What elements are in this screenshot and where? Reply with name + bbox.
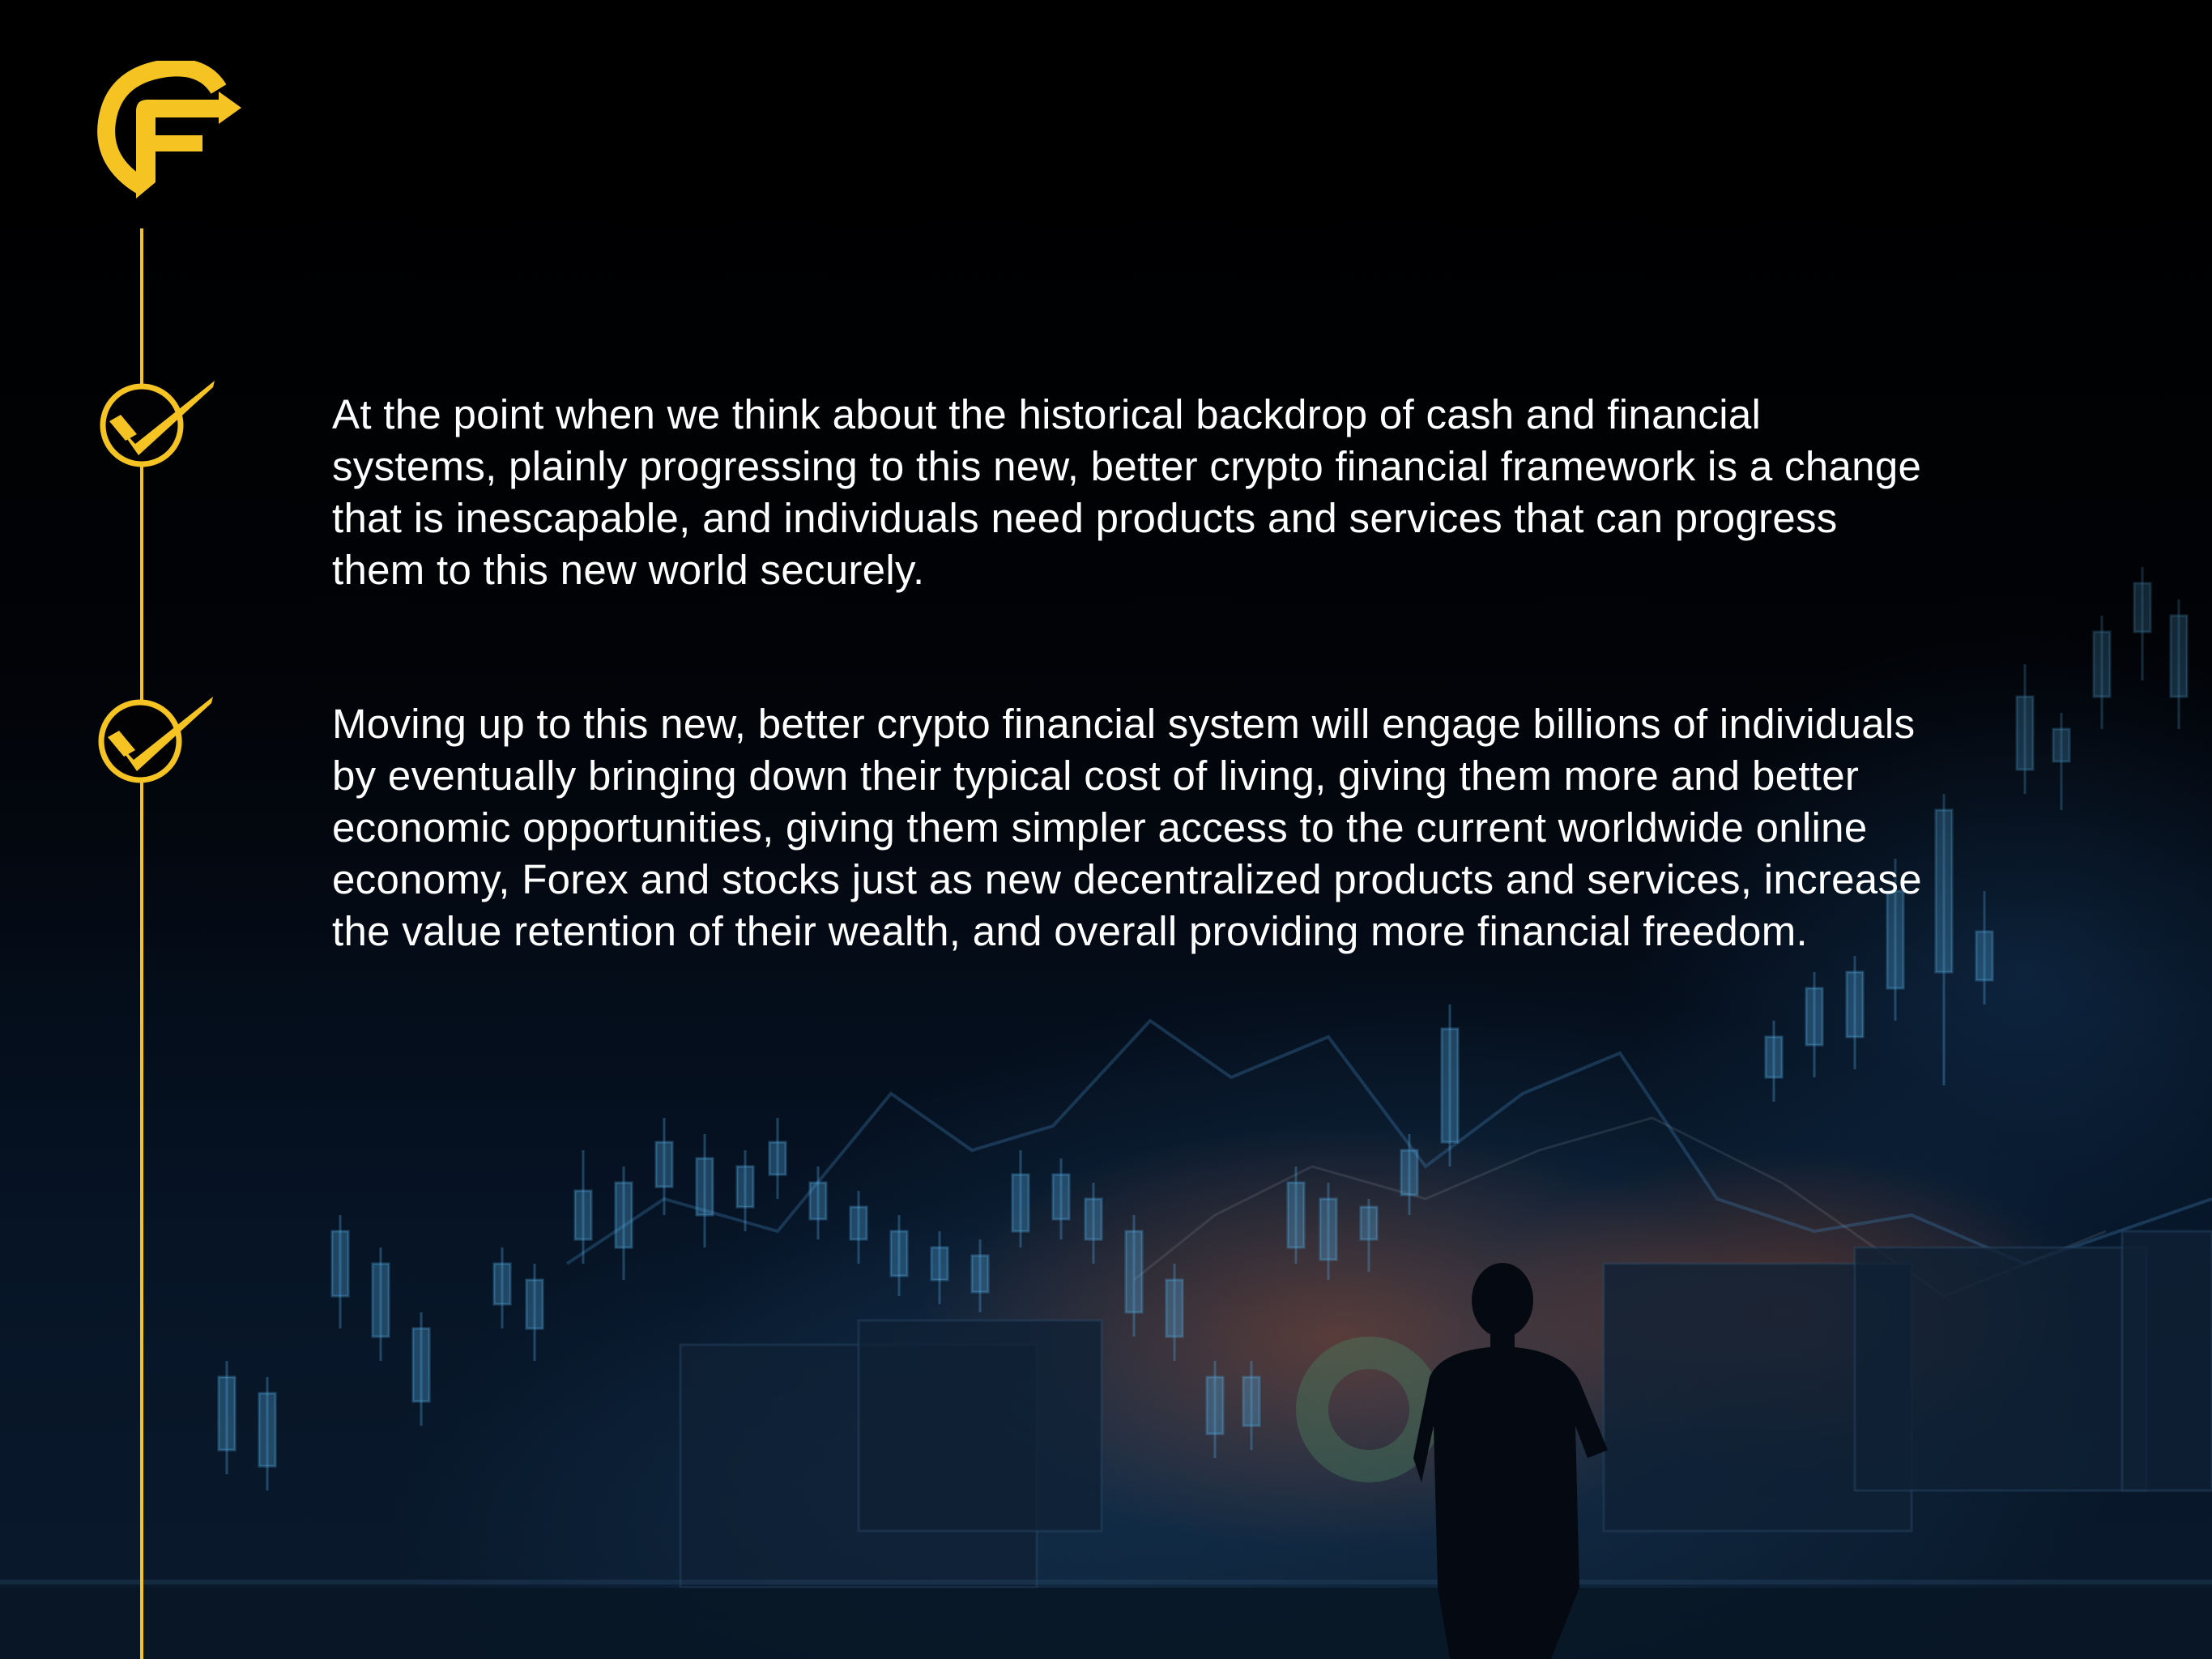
check-circle-icon xyxy=(98,697,213,783)
body-paragraph-2: Moving up to this new, better crypto fin… xyxy=(332,701,1922,954)
slide-page: At the point when we think about the his… xyxy=(0,0,2212,1659)
body-paragraph-1: At the point when we think about the his… xyxy=(332,391,1922,593)
brand-logo-icon xyxy=(97,61,241,198)
check-circle-icon xyxy=(100,381,215,467)
